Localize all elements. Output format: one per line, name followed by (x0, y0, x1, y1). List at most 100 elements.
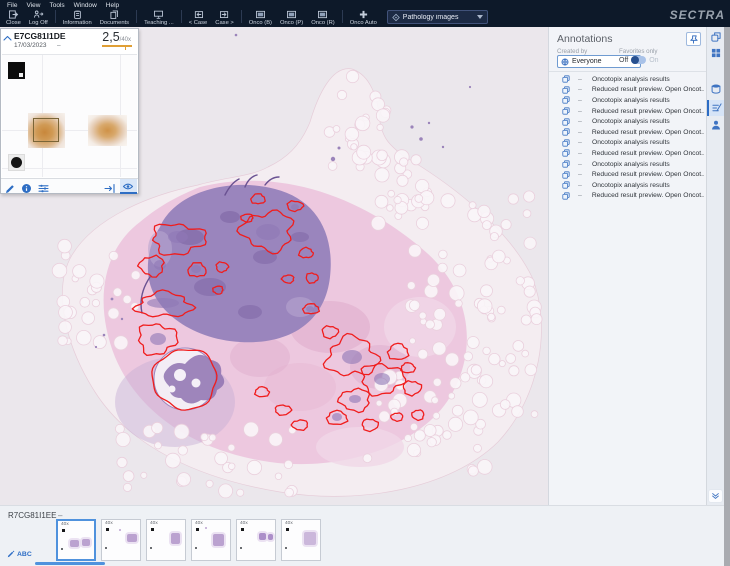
previous-case-button[interactable]: < Case (185, 9, 212, 26)
overview-slide-id: E7CG81I1DE (14, 31, 66, 41)
annotations-list: –Oncotopix analysis results –Reduced res… (549, 74, 704, 201)
marker-dot (105, 547, 107, 549)
flip-button[interactable] (104, 181, 115, 192)
slide-viewport[interactable]: E7CG81I1DE 17/03/2023 – 2,5/40x (0, 27, 548, 505)
overview-toolbar (1, 178, 138, 193)
menu-tools[interactable]: Tools (46, 2, 70, 9)
toolbar-separator (55, 10, 56, 23)
eye-icon (122, 181, 134, 192)
filmstrip-thumb[interactable]: 40x (101, 519, 141, 561)
collapse-panel-button[interactable] (708, 489, 723, 503)
next-case-icon (219, 10, 230, 19)
onco-auto-button[interactable]: Onco Auto (346, 9, 381, 26)
chevron-up-icon[interactable] (3, 35, 12, 41)
annotation-list-item[interactable]: –Oncotopix analysis results (549, 138, 704, 149)
divider (549, 71, 706, 72)
annotation-layers-icon (562, 86, 570, 94)
overview-selection-rect[interactable] (33, 118, 59, 142)
marker-dot (240, 547, 242, 549)
favorites-toggle[interactable] (631, 56, 646, 64)
close-case-icon (8, 10, 19, 19)
annotation-list-item[interactable]: –Reduced result preview. Open Oncot... (549, 191, 704, 202)
onco-b-button[interactable]: Onco (B) (245, 9, 276, 26)
annotation-list-item[interactable]: –Reduced result preview. Open Oncot... (549, 85, 704, 96)
zoom-tick (125, 47, 126, 50)
layers-stack-icon[interactable] (711, 84, 721, 94)
zoom-underline (102, 45, 132, 47)
annotation-list-item[interactable]: –Reduced result preview. Open Oncot... (549, 127, 704, 138)
documents-icon (109, 10, 120, 19)
onco-auto-icon (358, 10, 369, 19)
filmstrip-thumb[interactable]: 40x (236, 519, 276, 561)
filmstrip-panel: R7CG81I1EE – 40x 40x 40x 40x (0, 505, 724, 566)
adjustments-button[interactable] (38, 181, 49, 192)
annotation-list-item[interactable]: –Reduced result preview. Open Oncot... (549, 106, 704, 117)
thumbnail-grid-icon[interactable] (711, 48, 721, 58)
created-by-label: Created by (557, 48, 587, 55)
menu-file[interactable]: File (4, 2, 23, 9)
layout-select[interactable]: Pathology images (387, 10, 488, 24)
annotation-layers-icon (562, 181, 570, 189)
layout-diamond-icon (392, 13, 400, 22)
annotation-list-item[interactable]: –Oncotopix analysis results (549, 74, 704, 85)
pen-icon (5, 183, 16, 194)
menu-view[interactable]: View (23, 2, 46, 9)
annotation-layers-icon (562, 96, 570, 104)
overview-map[interactable] (2, 54, 137, 177)
toolbar-separator (136, 10, 137, 23)
overview-thumb-tissue-2[interactable] (88, 115, 127, 146)
annotate-pen-button[interactable] (5, 181, 16, 192)
annotation-list-item[interactable]: –Oncotopix analysis results (549, 95, 704, 106)
filmstrip-thumb[interactable]: 40x (191, 519, 231, 561)
visibility-button[interactable] (120, 179, 137, 194)
annotations-tab-selected[interactable] (707, 100, 725, 116)
onco-p-button[interactable]: Onco (P) (276, 9, 307, 26)
menu-window[interactable]: Window (71, 2, 103, 9)
user-icon[interactable] (711, 120, 721, 130)
onco-b-icon (255, 10, 266, 19)
layouts-icon[interactable] (711, 32, 721, 42)
annotation-layers-icon (562, 107, 570, 115)
onco-p-icon (286, 10, 297, 19)
information-button[interactable]: Information (59, 9, 96, 26)
filmstrip-thumb-selected[interactable]: 40x (56, 519, 96, 561)
annotation-list-item[interactable]: –Oncotopix analysis results (549, 159, 704, 170)
layout-select-value: Pathology images (403, 14, 477, 21)
marker-square (286, 528, 289, 531)
overview-thumb-label-circle[interactable] (8, 154, 25, 171)
filmstrip-thumb[interactable]: 40x (146, 519, 186, 561)
annotation-layers-icon (562, 75, 570, 83)
sectra-pathology-app: File View Tools Window Help Close Log Of… (0, 0, 730, 566)
filmstrip-thumbs: 40x 40x 40x 40x (56, 519, 321, 561)
pin-panel-button[interactable] (686, 32, 701, 46)
menu-help[interactable]: Help (103, 2, 125, 9)
annotations-panel: Annotations Created by Favorites only Ev… (548, 27, 706, 505)
annotation-list-item[interactable]: –Oncotopix analysis results (549, 180, 704, 191)
close-button[interactable]: Close (2, 9, 25, 26)
tissue-speck (127, 534, 137, 542)
annotation-layers-icon (562, 149, 570, 157)
filmstrip-thumb[interactable]: 40x (281, 519, 321, 561)
annotation-layers-icon (562, 171, 570, 179)
stain-label-chip[interactable]: ABC (7, 550, 32, 558)
teaching-icon (153, 10, 164, 19)
marker-dot (285, 547, 287, 549)
log-off-button[interactable]: Log Off (25, 9, 52, 26)
overview-thumb-macro-black[interactable] (8, 62, 25, 79)
onco-r-button[interactable]: Onco (R) (307, 9, 339, 26)
info-button[interactable] (21, 181, 32, 192)
annotation-list-item[interactable]: –Oncotopix analysis results (549, 116, 704, 127)
tissue-speck (268, 534, 273, 540)
sectra-logo: SECTRA (670, 8, 725, 22)
horizontal-scrollbar-thumb[interactable] (35, 562, 105, 565)
title-toolbar-area: File View Tools Window Help Close Log Of… (0, 0, 730, 27)
teaching-button[interactable]: Teaching ... (140, 9, 178, 26)
annotation-list-item[interactable]: –Reduced result preview. Open Oncot... (549, 148, 704, 159)
log-off-icon (33, 10, 44, 19)
next-case-button[interactable]: Case > (211, 9, 238, 26)
annotation-list-item[interactable]: –Reduced result preview. Open Oncot... (549, 169, 704, 180)
annotation-layers-icon (562, 118, 570, 126)
tissue-speck (82, 539, 90, 546)
documents-button[interactable]: Documents (96, 9, 133, 26)
annotation-layers-icon (562, 160, 570, 168)
